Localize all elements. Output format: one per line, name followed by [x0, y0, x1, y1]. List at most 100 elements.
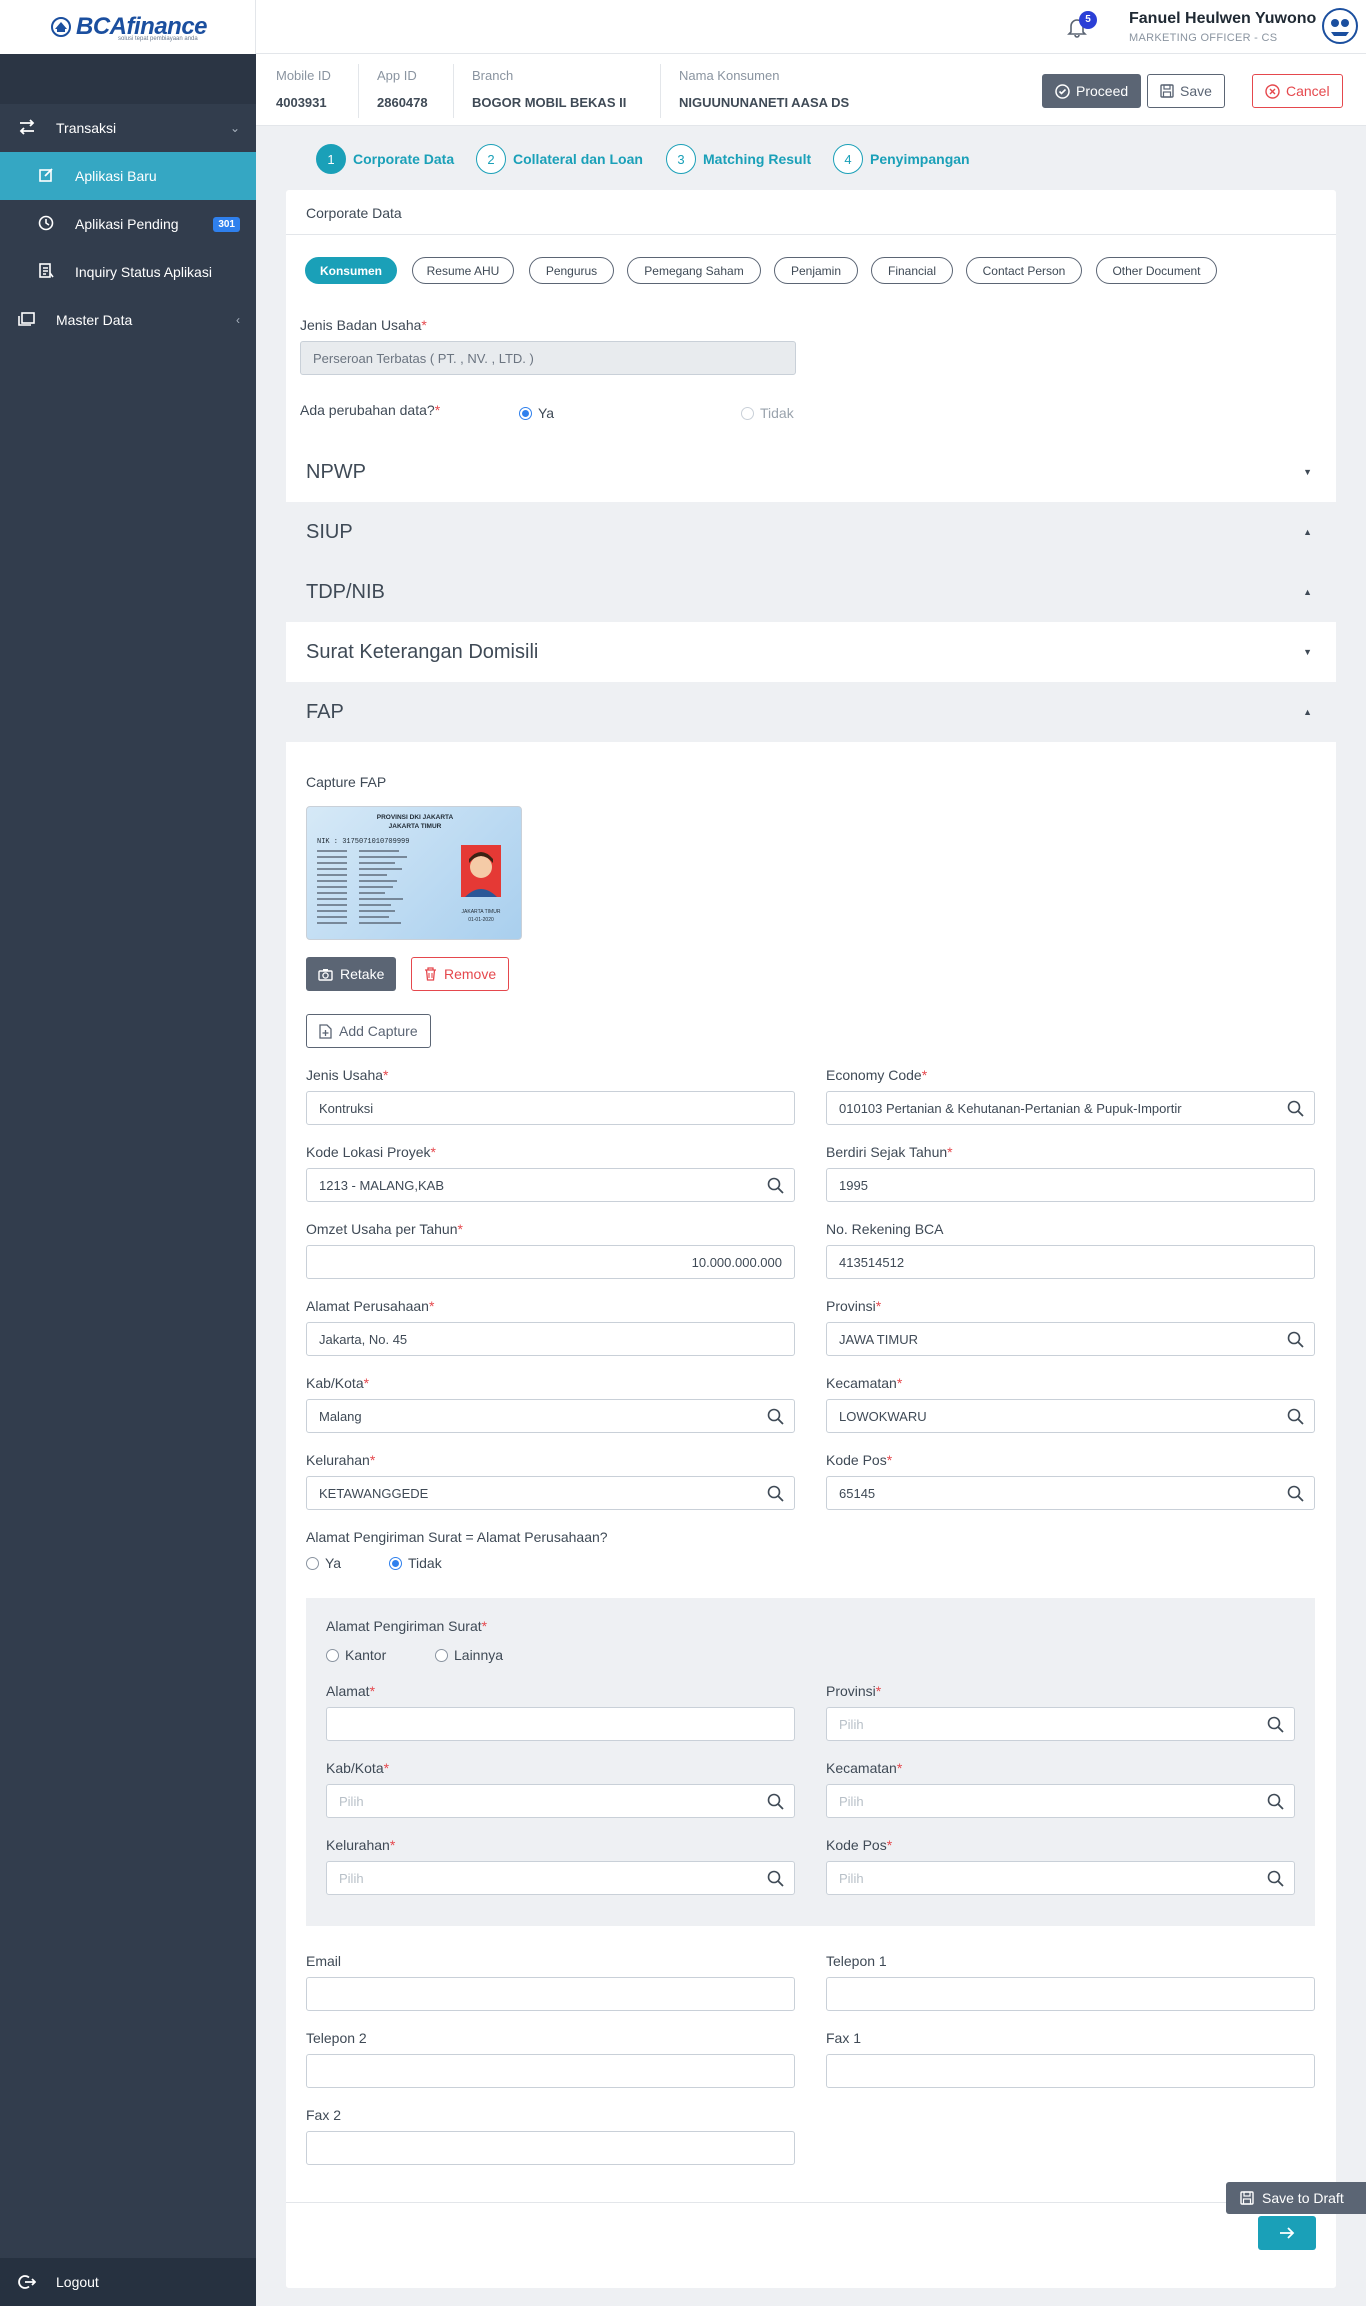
pending-count-badge: 301: [213, 216, 240, 232]
search-icon[interactable]: [1267, 1870, 1284, 1887]
shipping-provinsi-field[interactable]: Pilih: [826, 1707, 1295, 1741]
perubahan-ya-radio[interactable]: Ya: [519, 405, 554, 421]
search-icon[interactable]: [1267, 1793, 1284, 1810]
telepon1-label: Telepon 1: [826, 1953, 887, 1969]
shipping-kode-pos-field[interactable]: Pilih: [826, 1861, 1295, 1895]
tab-other-document[interactable]: Other Document: [1096, 257, 1217, 284]
proceed-button[interactable]: Proceed: [1042, 74, 1142, 108]
shipping-kecamatan-field[interactable]: Pilih: [826, 1784, 1295, 1818]
ktp-card-image: PROVINSI DKI JAKARTA JAKARTA TIMUR NIK :…: [317, 814, 501, 924]
kecamatan-field[interactable]: LOWOKWARU: [826, 1399, 1315, 1433]
search-icon[interactable]: [1287, 1331, 1304, 1348]
remove-button[interactable]: Remove: [411, 957, 510, 991]
accordion-surat-domisili[interactable]: Surat Keterangan Domisili ▼: [286, 622, 1336, 682]
avatar[interactable]: [1322, 8, 1358, 44]
kab-kota-field[interactable]: Malang: [306, 1399, 795, 1433]
economy-code-field[interactable]: 010103 Pertanian & Kehutanan-Pertanian &…: [826, 1091, 1315, 1125]
search-icon[interactable]: [767, 1485, 784, 1502]
tab-penjamin[interactable]: Penjamin: [774, 257, 858, 284]
logout-button[interactable]: Logout: [0, 2258, 256, 2306]
tab-pengurus[interactable]: Pengurus: [529, 257, 614, 284]
accordion-npwp[interactable]: NPWP ▼: [286, 442, 1336, 502]
omzet-label: Omzet Usaha per Tahun*: [306, 1221, 463, 1237]
accordion-title: FAP: [306, 700, 344, 723]
caret-down-icon: ▼: [1303, 467, 1312, 477]
save-button[interactable]: Save: [1147, 74, 1225, 108]
divider: [358, 64, 359, 118]
step-collateral-loan[interactable]: 2 Collateral dan Loan: [476, 144, 643, 174]
layers-icon: [18, 311, 36, 327]
add-capture-button[interactable]: Add Capture: [306, 1014, 431, 1048]
step-matching-result[interactable]: 3 Matching Result: [666, 144, 811, 174]
user-name[interactable]: Fanuel Heulwen Yuwono: [1129, 10, 1316, 28]
tab-financial[interactable]: Financial: [871, 257, 953, 284]
rekening-bca-field[interactable]: 413514512: [826, 1245, 1315, 1279]
fax2-field[interactable]: [306, 2131, 795, 2165]
kode-lokasi-label: Kode Lokasi Proyek*: [306, 1144, 436, 1160]
cancel-button[interactable]: Cancel: [1252, 74, 1343, 108]
sidebar-item-aplikasi-pending[interactable]: Aplikasi Pending 301: [0, 200, 256, 248]
search-icon[interactable]: [1287, 1408, 1304, 1425]
sidebar-item-aplikasi-baru[interactable]: Aplikasi Baru: [0, 152, 256, 200]
user-role: MARKETING OFFICER - CS: [1129, 32, 1278, 44]
search-icon[interactable]: [767, 1870, 784, 1887]
same-address-tidak-radio[interactable]: Tidak: [389, 1555, 442, 1571]
tab-pemegang-saham[interactable]: Pemegang Saham: [627, 257, 761, 284]
search-icon[interactable]: [1287, 1100, 1304, 1117]
berdiri-sejak-field[interactable]: 1995: [826, 1168, 1315, 1202]
telepon1-field[interactable]: [826, 1977, 1315, 2011]
tab-resume-ahu[interactable]: Resume AHU: [412, 257, 514, 284]
alamat-perusahaan-field[interactable]: Jakarta, No. 45: [306, 1322, 795, 1356]
app-id-value: 2860478: [377, 95, 428, 110]
telepon2-field[interactable]: [306, 2054, 795, 2088]
shipping-kantor-radio[interactable]: Kantor: [326, 1647, 386, 1663]
card-title: Corporate Data: [306, 205, 402, 221]
same-address-ya-radio[interactable]: Ya: [306, 1555, 341, 1571]
sidebar-item-master-data[interactable]: Master Data ‹: [0, 296, 256, 344]
kelurahan-field[interactable]: KETAWANGGEDE: [306, 1476, 795, 1510]
save-to-draft-button[interactable]: Save to Draft: [1226, 2182, 1366, 2214]
search-icon[interactable]: [1267, 1716, 1284, 1733]
kode-lokasi-field[interactable]: 1213 - MALANG,KAB: [306, 1168, 795, 1202]
search-icon[interactable]: [1287, 1485, 1304, 1502]
accordion-fap[interactable]: FAP ▲: [286, 682, 1336, 742]
field-value: JAWA TIMUR: [839, 1331, 918, 1347]
shipping-kab-kota-field[interactable]: Pilih: [326, 1784, 795, 1818]
chevron-left-icon: ‹: [236, 313, 240, 327]
fap-capture-image[interactable]: PROVINSI DKI JAKARTA JAKARTA TIMUR NIK :…: [306, 806, 522, 940]
kode-pos-field[interactable]: 65145: [826, 1476, 1315, 1510]
email-label: Email: [306, 1953, 342, 1969]
email-field[interactable]: [306, 1977, 795, 2011]
sidebar-item-label: Master Data: [56, 312, 133, 328]
shipping-alamat-label: Alamat*: [326, 1683, 376, 1699]
search-icon[interactable]: [767, 1793, 784, 1810]
document-icon: [38, 263, 54, 279]
accordion-siup[interactable]: SIUP ▲: [286, 502, 1336, 562]
perubahan-tidak-radio[interactable]: Tidak: [741, 405, 794, 421]
step-corporate-data[interactable]: 1 Corporate Data: [316, 144, 454, 174]
ktp-place: JAKARTA TIMUR: [462, 909, 501, 915]
search-icon[interactable]: [767, 1177, 784, 1194]
tab-contact-person[interactable]: Contact Person: [966, 257, 1082, 284]
shipping-kelurahan-field[interactable]: Pilih: [326, 1861, 795, 1895]
logo-tagline: solusi tepat pembiayaan anda: [118, 36, 198, 42]
shipping-alamat-field[interactable]: [326, 1707, 795, 1741]
shipping-lainnya-radio[interactable]: Lainnya: [435, 1647, 503, 1663]
logo-area: BCAfinance solusi tepat pembiayaan anda: [0, 0, 256, 54]
perubahan-data-label: Ada perubahan data?*: [300, 402, 441, 418]
fax1-field[interactable]: [826, 2054, 1315, 2088]
omzet-field[interactable]: 10.000.000.000: [306, 1245, 795, 1279]
caret-up-icon: ▲: [1303, 707, 1312, 717]
step-penyimpangan[interactable]: 4 Penyimpangan: [833, 144, 970, 174]
jenis-usaha-field[interactable]: Kontruksi: [306, 1091, 795, 1125]
sidebar-item-inquiry-status[interactable]: Inquiry Status Aplikasi: [0, 248, 256, 296]
search-icon[interactable]: [767, 1408, 784, 1425]
provinsi-field[interactable]: JAWA TIMUR: [826, 1322, 1315, 1356]
kecamatan-label: Kecamatan*: [826, 1375, 903, 1391]
accordion-tdp-nib[interactable]: TDP/NIB ▲: [286, 562, 1336, 622]
tab-konsumen[interactable]: Konsumen: [305, 257, 397, 284]
sidebar-item-transaksi[interactable]: Transaksi ⌄: [0, 104, 256, 152]
placeholder: Pilih: [839, 1716, 864, 1732]
next-button[interactable]: [1258, 2216, 1316, 2250]
retake-button[interactable]: Retake: [306, 957, 397, 991]
